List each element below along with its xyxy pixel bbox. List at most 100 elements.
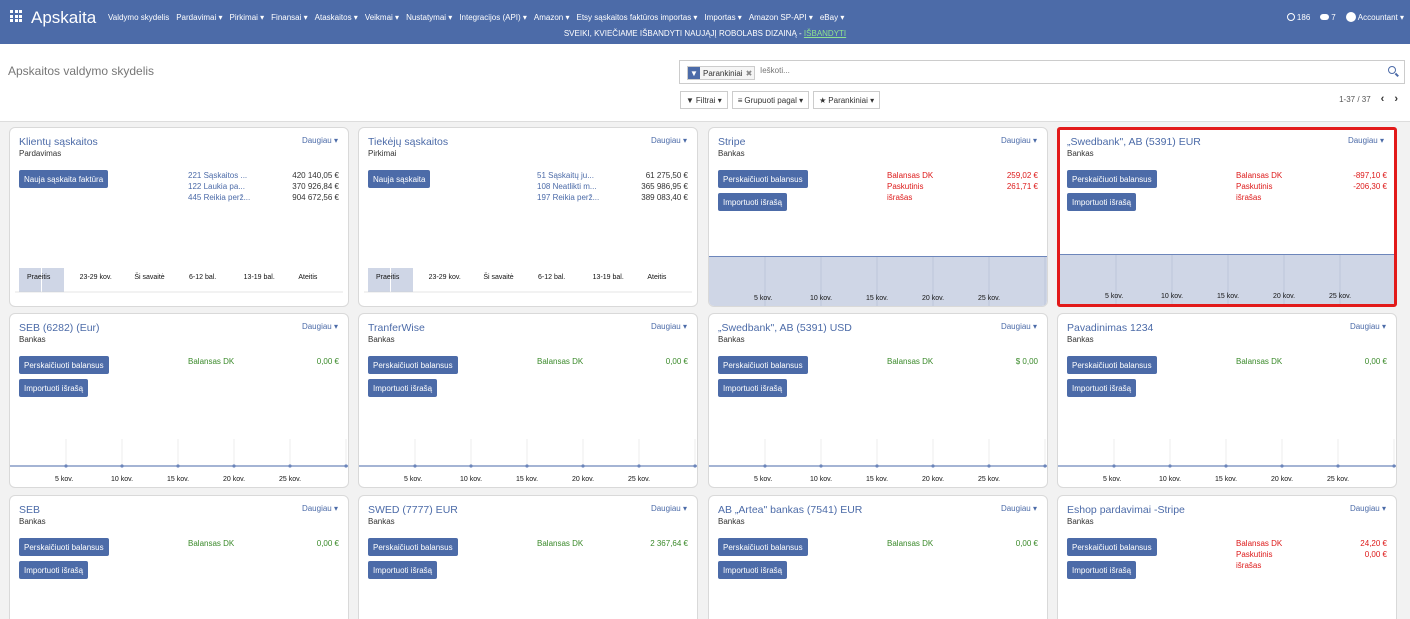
summary-value: 370 926,84 € <box>292 182 339 191</box>
balance-label: Balansas DK <box>887 539 934 548</box>
menu-item[interactable]: Amazon SP-API ▾ <box>749 13 813 22</box>
chart-tick-label: 15 kov. <box>1217 293 1240 300</box>
search-box: ▼ Parankiniai ✖ <box>679 60 1405 84</box>
more-dropdown[interactable]: Daugiau <box>302 504 338 513</box>
more-dropdown[interactable]: Daugiau <box>651 504 687 513</box>
recalculate-balance-button[interactable]: Perskaičiuoti balansus <box>1067 356 1157 374</box>
apps-menu-icon[interactable] <box>10 10 22 22</box>
import-statement-button[interactable]: Importuoti išrašą <box>718 561 788 579</box>
menu-item[interactable]: Valdymo skydelis <box>108 13 169 22</box>
more-dropdown[interactable]: Daugiau <box>302 322 338 331</box>
menu-item[interactable]: Veikmai ▾ <box>365 13 399 22</box>
summary-link[interactable]: 108 Neatlikti m... <box>537 182 597 193</box>
card-title[interactable]: SEB <box>19 504 40 516</box>
pager-next-icon[interactable]: › <box>1394 93 1398 105</box>
balance-label: Balansas DK <box>1236 171 1283 180</box>
user-menu[interactable]: Accountant ▾ <box>1345 12 1404 22</box>
menu-item[interactable]: Importas ▾ <box>704 13 741 22</box>
announcement-link[interactable]: IŠBANDYTI <box>804 29 846 38</box>
balance-value: -897,10 € <box>1353 171 1387 180</box>
recalculate-balance-button[interactable]: Perskaičiuoti balansus <box>718 356 808 374</box>
import-statement-button[interactable]: Importuoti išrašą <box>19 561 89 579</box>
more-dropdown[interactable]: Daugiau <box>1348 136 1384 145</box>
search-icon[interactable] <box>1387 65 1399 77</box>
import-statement-button[interactable]: Importuoti išrašą <box>1067 561 1137 579</box>
menu-item[interactable]: Integracijos (API) ▾ <box>459 13 527 22</box>
import-statement-button[interactable]: Importuoti išrašą <box>718 379 788 397</box>
menu-item[interactable]: Finansai ▾ <box>271 13 307 22</box>
chart-tick-label: 20 kov. <box>1271 476 1294 483</box>
card-title[interactable]: Klientų sąskaitos <box>19 136 98 148</box>
more-dropdown[interactable]: Daugiau <box>1350 322 1386 331</box>
import-statement-button[interactable]: Importuoti išrašą <box>368 561 438 579</box>
more-dropdown[interactable]: Daugiau <box>1001 504 1037 513</box>
menu-item[interactable]: Amazon ▾ <box>534 13 570 22</box>
search-facet[interactable]: ▼ Parankiniai ✖ <box>687 66 756 80</box>
activity-indicator[interactable]: 186 <box>1286 13 1310 22</box>
balance-label: Paskutinis <box>887 182 924 191</box>
recalculate-balance-button[interactable]: Perskaičiuoti balansus <box>368 356 458 374</box>
pager-previous-icon[interactable]: ‹ <box>1381 93 1385 105</box>
dashboard-card: SWED (7777) EURBankas Daugiau Perskaičiuot… <box>358 495 698 619</box>
menu-item[interactable]: Ataskaitos ▾ <box>315 13 358 22</box>
search-input[interactable] <box>760 66 1260 75</box>
recalculate-balance-button[interactable]: Perskaičiuoti balansus <box>368 538 458 556</box>
messages-count: 7 <box>1331 12 1336 22</box>
import-statement-button[interactable]: Importuoti išrašą <box>1067 379 1137 397</box>
card-title[interactable]: TranferWise <box>368 322 425 334</box>
card-title[interactable]: Stripe <box>718 136 745 148</box>
card-title[interactable]: SEB (6282) (Eur) <box>19 322 100 334</box>
import-statement-button[interactable]: Importuoti išrašą <box>368 379 438 397</box>
import-statement-button[interactable]: Importuoti išrašą <box>1067 193 1137 211</box>
recalculate-balance-button[interactable]: Perskaičiuoti balansus <box>718 538 808 556</box>
more-dropdown[interactable]: Daugiau <box>651 136 687 145</box>
recalculate-balance-button[interactable]: Perskaičiuoti balansus <box>718 170 808 188</box>
import-statement-button[interactable]: Importuoti išrašą <box>19 379 89 397</box>
new-invoice-button[interactable]: Nauja sąskaita faktūra <box>19 170 109 188</box>
recalculate-balance-button[interactable]: Perskaičiuoti balansus <box>1067 538 1157 556</box>
menu-item[interactable]: Etsy sąskaitos faktūros importas ▾ <box>577 13 698 22</box>
card-subtitle: Bankas <box>718 517 745 526</box>
summary-link[interactable]: 51 Sąskaitų ju... <box>537 171 594 182</box>
card-title[interactable]: „Swedbank", AB (5391) USD <box>718 322 852 334</box>
menu-item[interactable]: eBay ▾ <box>820 13 844 22</box>
summary-link[interactable]: 122 Laukia pa... <box>188 182 245 193</box>
user-name: Accountant ▾ <box>1357 12 1404 22</box>
recalculate-balance-button[interactable]: Perskaičiuoti balansus <box>19 538 109 556</box>
menu-item[interactable]: Nustatymai ▾ <box>406 13 452 22</box>
more-dropdown[interactable]: Daugiau <box>1350 504 1386 513</box>
more-dropdown[interactable]: Daugiau <box>1001 322 1037 331</box>
balance-value: 24,20 € <box>1360 539 1387 548</box>
groupby-button[interactable]: ≡ Grupuoti pagal ▾ <box>731 91 810 109</box>
card-title[interactable]: Tiekėjų sąskaitos <box>368 136 448 148</box>
more-dropdown[interactable]: Daugiau <box>651 322 687 331</box>
chart-tick-label: 25 kov. <box>628 476 651 483</box>
recalculate-balance-button[interactable]: Perskaičiuoti balansus <box>1067 170 1157 188</box>
recalculate-balance-button[interactable]: Perskaičiuoti balansus <box>19 356 109 374</box>
facet-remove-icon[interactable]: ✖ <box>746 69 755 78</box>
dashboard-card: AB „Artea" bankas (7541) EUR Bankas Daugia… <box>708 495 1048 619</box>
favorites-button[interactable]: ★ Parankiniai ▾ <box>813 91 881 109</box>
new-invoice-button[interactable]: Nauja sąskaita <box>368 170 431 188</box>
summary-value: 365 986,95 € <box>641 182 688 191</box>
more-dropdown[interactable]: Daugiau <box>302 136 338 145</box>
more-dropdown[interactable]: Daugiau <box>1001 136 1037 145</box>
import-statement-button[interactable]: Importuoti išrašą <box>718 193 788 211</box>
menu-item[interactable]: Pardavimai ▾ <box>176 13 222 22</box>
card-title[interactable]: Eshop pardavimai -Stripe <box>1067 504 1185 516</box>
summary-link[interactable]: 197 Reikia perž... <box>537 193 599 204</box>
dashboard-card: SEBBankas Daugiau Perskaičiuoti balansus Im… <box>9 495 349 619</box>
card-title[interactable]: „Swedbank", AB (5391) EUR <box>1067 136 1201 148</box>
filters-button[interactable]: ▼ Filtrai ▾ <box>680 91 728 109</box>
summary-link[interactable]: 445 Reikia perž... <box>188 193 250 204</box>
messages-indicator[interactable]: 7 <box>1320 12 1336 22</box>
card-title[interactable]: AB „Artea" bankas (7541) EUR <box>718 504 862 516</box>
card-title[interactable]: Pavadinimas 1234 <box>1067 322 1153 334</box>
app-title[interactable]: Apskaita <box>31 8 96 28</box>
card-subtitle: Bankas <box>368 335 395 344</box>
balance-value: 0,00 € <box>316 357 339 366</box>
card-title[interactable]: SWED (7777) EUR <box>368 504 458 516</box>
chart-tick-label: 5 kov. <box>754 476 773 483</box>
menu-item[interactable]: Pirkimai ▾ <box>229 13 264 22</box>
summary-link[interactable]: 221 Sąskaitos ... <box>188 171 247 182</box>
